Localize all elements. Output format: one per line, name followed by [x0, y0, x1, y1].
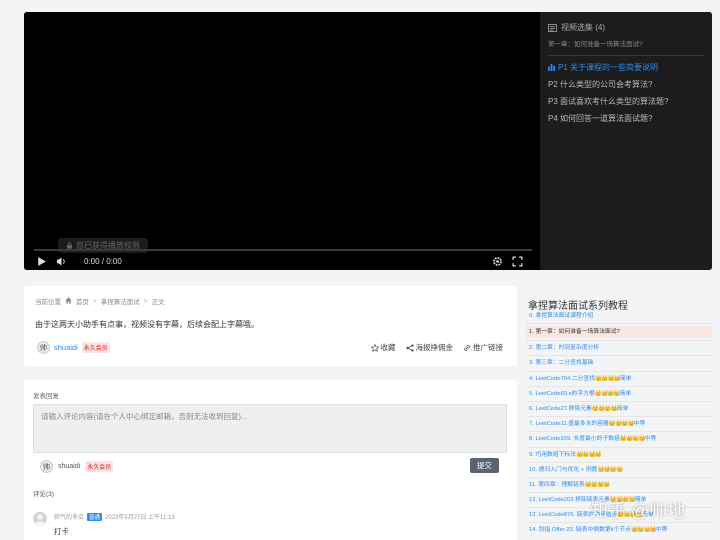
comment-user: 帅 shuaidi 永久会员: [40, 460, 114, 473]
sidebar-title: 拿捏算法面试系列教程: [528, 301, 628, 312]
time-display: 0:00 / 0:00: [84, 256, 122, 266]
share-icon: [405, 343, 414, 352]
playlist-subtitle: 第一章：如何准备一场算法面试?: [548, 38, 704, 56]
collect-button[interactable]: 收藏: [370, 342, 396, 353]
article-actions: 收藏 海报挣佣金 推广链接: [370, 342, 503, 353]
playlist-title: 视频选集 (4): [548, 22, 704, 33]
course-list-item[interactable]: 4. LeetCode704.二分查找👑👑👑👑简单: [526, 374, 712, 384]
comment-card: 发表回复 请输入评论内容(请在个人中心绑定邮箱，否则无法收到回复)... 帅 s…: [24, 380, 517, 540]
course-list-item[interactable]: 2. 第二章：时间复杂度分析: [526, 343, 712, 353]
comment-input[interactable]: 请输入评论内容(请在个人中心绑定邮箱，否则无法收到回复)...: [33, 404, 507, 453]
course-list-item[interactable]: 0. 拿捏算法面试课程介绍: [526, 311, 712, 321]
crown-icon: 👑👑👑👑: [608, 421, 635, 428]
crown-icon: 👑👑👑👑: [595, 375, 621, 382]
list-divider: [526, 370, 712, 372]
playlist-title-text: 视频选集 (4): [561, 23, 605, 32]
difficulty-label: 中等: [644, 436, 657, 443]
progress-bar[interactable]: [34, 249, 532, 251]
playlist-panel: 视频选集 (4) 第一章：如何准备一场算法面试? P1 关于课程的一些简要说明 …: [540, 12, 712, 270]
playlist-item-1[interactable]: P1 关于课程的一些简要说明: [548, 62, 704, 73]
watermark: 知乎 @帅地: [590, 501, 686, 521]
course-list-item[interactable]: 5. LeetCode69.x的平方根👑👑👑👑简单: [526, 389, 712, 399]
crown-icon: 👑👑👑👑: [584, 481, 611, 488]
playlist-item-4[interactable]: P4 如何回答一道算法面试题?: [548, 113, 704, 124]
poster-button[interactable]: 海报挣佣金: [405, 342, 453, 353]
course-list-item[interactable]: 6. LeetCode27.移除元素👑👑👑👑简单: [526, 404, 712, 414]
crown-icon: 👑👑👑👑: [576, 451, 602, 458]
difficulty-label: 简单: [616, 405, 629, 412]
difficulty-label: 中等: [633, 421, 646, 428]
playlist-item-3[interactable]: P3 面试喜欢考什么类型的算法题?: [548, 96, 704, 107]
list-divider: [526, 355, 712, 357]
list-divider: [526, 461, 712, 463]
difficulty-label: 简单: [619, 375, 632, 382]
home-icon: [65, 296, 72, 306]
crown-icon: 👑👑👑👑: [591, 405, 618, 412]
comment-user-name: shuaidi: [58, 463, 81, 470]
course-list-item[interactable]: 10. 德归入门与优化 + 例题👑👑👑👑: [526, 465, 712, 475]
link-icon: [464, 344, 470, 351]
article-text: 由于这两天小助手有点事，视频没有字幕，后续会配上字幕哦。: [35, 320, 259, 329]
settings-gear-icon[interactable]: [490, 254, 504, 268]
breadcrumb-current: 正文: [151, 299, 165, 306]
list-icon: [548, 23, 557, 32]
difficulty-label: 简单: [619, 390, 632, 397]
playlist-item-2[interactable]: P2 什么类型的公司会考算法?: [548, 79, 704, 90]
list-divider: [526, 400, 712, 402]
commenter-name[interactable]: 师气的冬瓜: [54, 512, 84, 521]
author-info: 帅 shuaidi 永久会员: [37, 341, 110, 354]
crown-icon: 👑👑👑👑: [631, 527, 657, 534]
list-divider: [526, 385, 712, 387]
breadcrumb: 当前位置 首页 > 拿捏算法面试 > 正文: [35, 296, 165, 306]
lock-icon: [67, 242, 72, 249]
member-badge: 永久会员: [81, 342, 110, 353]
comment-count: 评论(3): [33, 491, 54, 498]
comment-text: 打卡: [54, 527, 69, 536]
member-badge: 永久会员: [85, 461, 114, 472]
promo-link-button[interactable]: 推广链接: [463, 342, 503, 353]
equalizer-icon: [548, 64, 555, 71]
list-divider: [526, 340, 712, 342]
author-name[interactable]: shuaidi: [54, 343, 78, 352]
play-icon[interactable]: [34, 254, 48, 268]
comment-meta: 师气的冬瓜 普通 2023年5月27日 上午11:13: [54, 512, 175, 521]
crown-icon: 👑👑👑👑: [597, 466, 623, 473]
avatar: [33, 512, 47, 526]
list-divider: [526, 431, 712, 433]
list-divider: [526, 492, 712, 494]
crown-icon: 👑👑👑👑: [619, 436, 646, 443]
article-card: 当前位置 首页 > 拿捏算法面试 > 正文 由于这两天小助手有点事，视频没有字幕…: [24, 286, 517, 366]
course-list-item[interactable]: 11. 第四章：理解链表👑👑👑👑: [526, 480, 712, 490]
breadcrumb-home[interactable]: 首页: [76, 296, 89, 306]
course-list-item[interactable]: 14. 剑指 Offer 22. 链表中倒数第k个节点👑👑👑👑中等: [526, 525, 712, 535]
player-controls: 0:00 / 0:00: [34, 254, 530, 268]
video-player[interactable]: 您已获得播放权限 0:00 / 0:00 视频选集 (4) 第一章：如何准备一场…: [24, 12, 712, 270]
comment-title: 发表回复: [33, 393, 59, 400]
user-level-badge: 普通: [87, 512, 103, 521]
volume-icon[interactable]: [54, 254, 68, 268]
course-list-item[interactable]: 1. 第一章：如何准备一场算法面试?: [526, 326, 712, 339]
avatar[interactable]: 帅: [37, 341, 50, 354]
fullscreen-icon[interactable]: [510, 254, 524, 268]
course-list-item[interactable]: 3. 第三章：二分查找基础: [526, 358, 712, 368]
difficulty-label: 中等: [655, 527, 668, 534]
video-area[interactable]: 您已获得播放权限 0:00 / 0:00: [24, 12, 540, 270]
list-divider: [526, 446, 712, 448]
course-list-item[interactable]: 7. LeetCode11.盛最多水的容器👑👑👑👑中等: [526, 419, 712, 429]
course-list-item[interactable]: 8. LeetCode209. 长度最小的子数组👑👑👑👑中等: [526, 434, 712, 444]
list-divider: [526, 416, 712, 418]
list-divider: [526, 476, 712, 478]
comment-item: 师气的冬瓜 普通 2023年5月27日 上午11:13 打卡: [33, 512, 175, 537]
list-divider: [526, 323, 712, 325]
breadcrumb-category[interactable]: 拿捏算法面试: [101, 296, 140, 306]
comment-date: 2023年5月27日 上午11:13: [105, 515, 175, 521]
star-icon: [370, 343, 379, 352]
comment-placeholder: 请输入评论内容(请在个人中心绑定邮箱，否则无法收到回复)...: [41, 412, 248, 421]
crown-icon: 👑👑👑👑: [594, 390, 621, 397]
avatar: 帅: [40, 460, 53, 473]
course-list-item[interactable]: 9. 巧用数组下标法👑👑👑👑: [526, 450, 712, 460]
submit-button[interactable]: 提交: [470, 458, 499, 473]
